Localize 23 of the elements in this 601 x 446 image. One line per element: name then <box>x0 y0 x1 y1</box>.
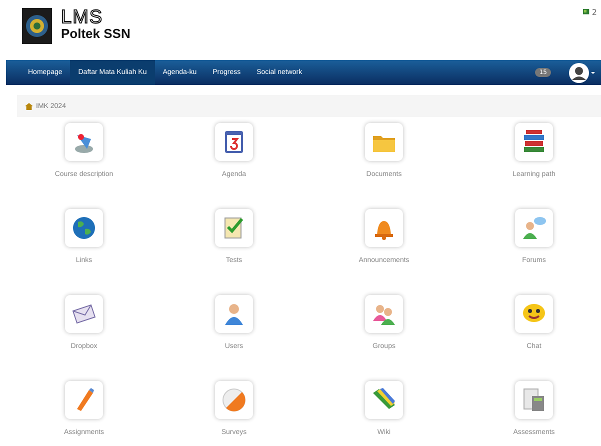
logo-emblem-icon <box>22 8 52 44</box>
tool-tile[interactable] <box>365 209 403 247</box>
tool-tile[interactable] <box>365 381 403 419</box>
tool-tile[interactable] <box>515 209 553 247</box>
logo-subtitle: Poltek SSN <box>61 27 130 40</box>
tool-tile[interactable] <box>515 295 553 333</box>
tool-tile[interactable] <box>215 209 253 247</box>
logo-title: LMS <box>61 8 104 27</box>
tool-tile[interactable] <box>365 123 403 161</box>
tool-tile[interactable] <box>515 381 553 419</box>
tool-tile[interactable] <box>215 123 253 161</box>
tool-tile[interactable] <box>65 295 103 333</box>
tool-tile[interactable] <box>215 381 253 419</box>
tool-tile[interactable] <box>65 381 103 419</box>
tool-tile[interactable] <box>65 123 103 161</box>
home-icon[interactable] <box>25 102 33 110</box>
tool-tile[interactable] <box>215 295 253 333</box>
flag-icon <box>582 9 590 16</box>
notification-count: 2 <box>592 8 597 17</box>
tool-tile[interactable] <box>65 209 103 247</box>
tool-tile[interactable] <box>515 123 553 161</box>
avatar-icon[interactable] <box>569 62 595 84</box>
tool-tile[interactable] <box>365 295 403 333</box>
